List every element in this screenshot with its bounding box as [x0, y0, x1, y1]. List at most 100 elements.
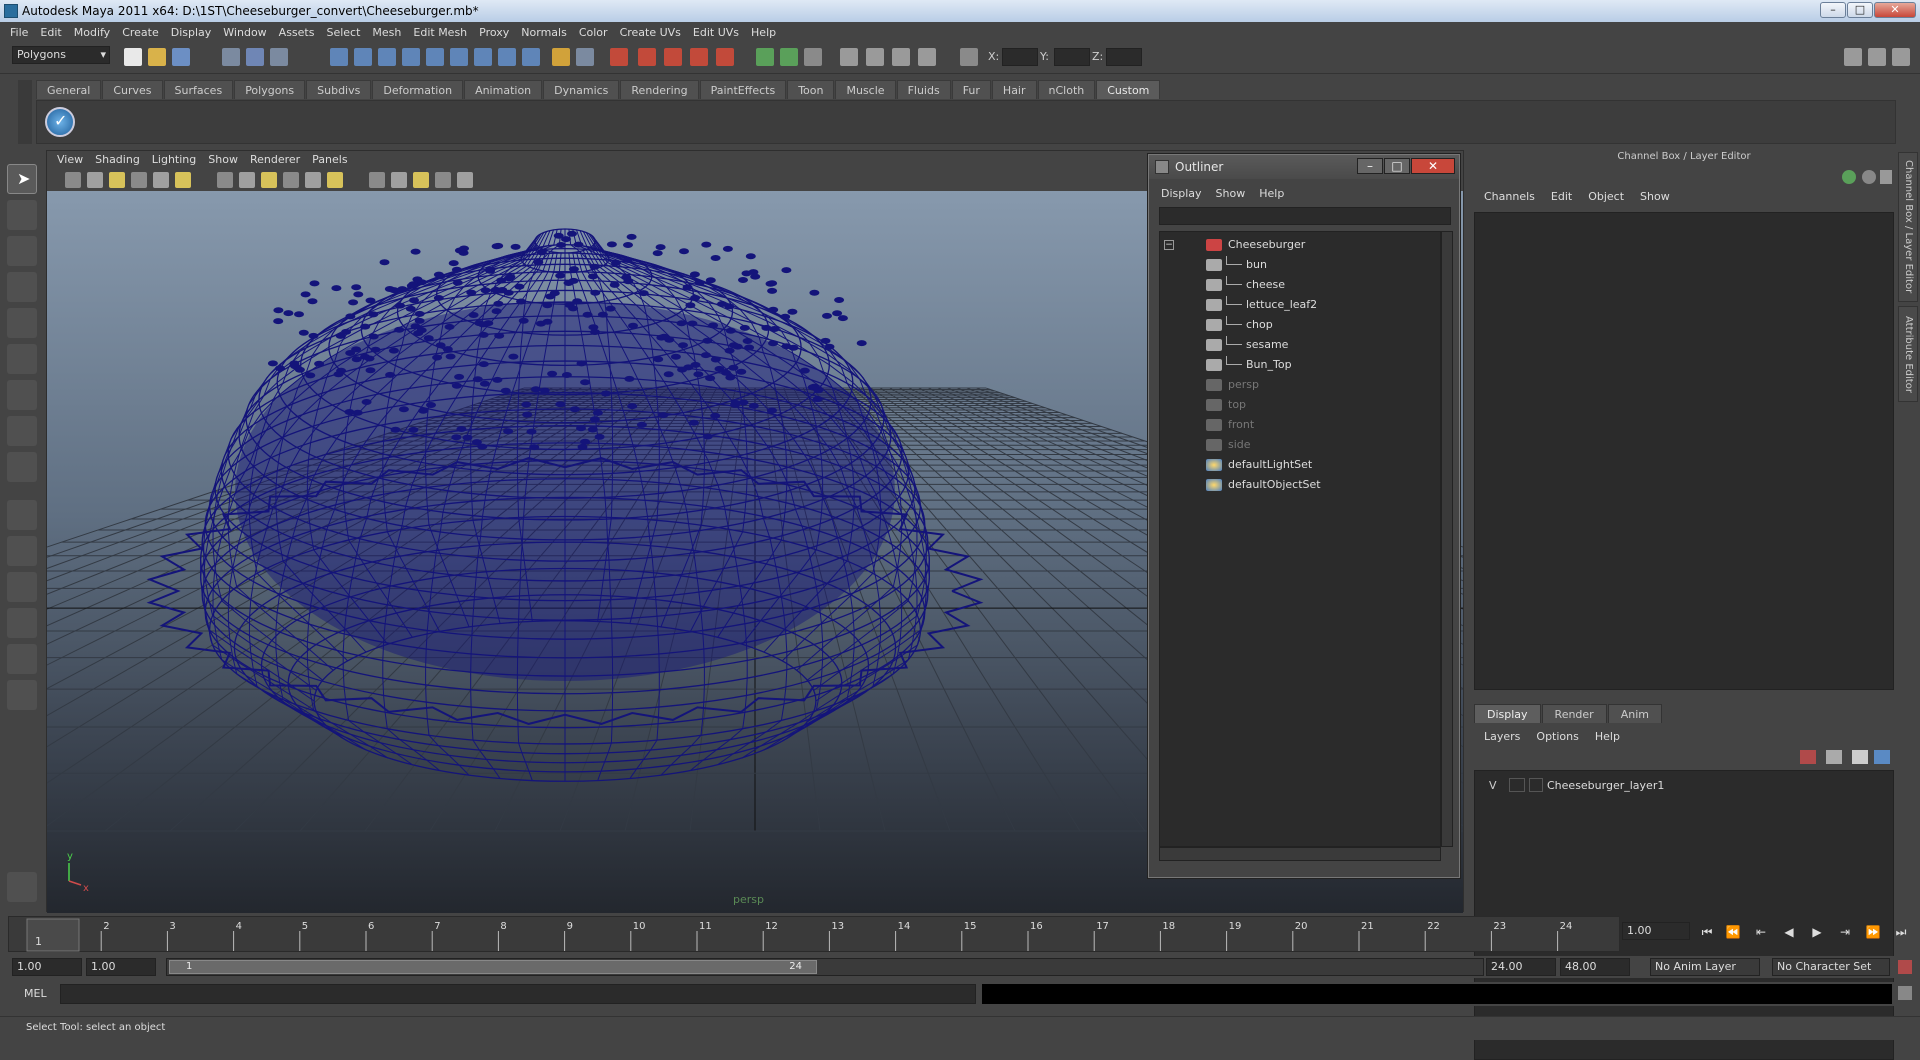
- move-tool-icon[interactable]: [7, 272, 37, 302]
- y-field[interactable]: [1054, 48, 1090, 66]
- step-back-frame-icon[interactable]: ⏪: [1722, 922, 1744, 942]
- select-tool-icon[interactable]: ➤: [7, 164, 37, 194]
- menu-mesh[interactable]: Mesh: [368, 26, 409, 39]
- select-rendering-icon[interactable]: [474, 48, 492, 66]
- outliner-item[interactable]: persp: [1160, 376, 1440, 394]
- hypershade-layout-icon[interactable]: [7, 644, 37, 674]
- menu-window[interactable]: Window: [219, 26, 274, 39]
- move-layer-down-icon[interactable]: [1826, 750, 1842, 764]
- vp-menu-lighting[interactable]: Lighting: [148, 151, 204, 169]
- scale-tool-icon[interactable]: [7, 344, 37, 374]
- highlight-selection-icon[interactable]: [576, 48, 594, 66]
- cb-menu-show[interactable]: Show: [1634, 188, 1680, 206]
- input-ops-icon[interactable]: [756, 48, 774, 66]
- persp-graph-hypergraph-layout-icon[interactable]: [7, 680, 37, 710]
- step-forward-frame-icon[interactable]: ⏩: [1862, 922, 1884, 942]
- snap-grid-icon[interactable]: [610, 48, 628, 66]
- outliner-item[interactable]: top: [1160, 396, 1440, 414]
- animation-start-field[interactable]: 1.00: [12, 958, 82, 976]
- menu-select[interactable]: Select: [322, 26, 368, 39]
- four-view-layout-icon[interactable]: [7, 536, 37, 566]
- menu-edit-uvs[interactable]: Edit UVs: [689, 26, 747, 39]
- outliner-item[interactable]: bun: [1160, 256, 1440, 274]
- shelf-tab-animation[interactable]: Animation: [464, 80, 543, 99]
- playback-start-field[interactable]: 1.00: [86, 958, 156, 976]
- close-button[interactable]: ✕: [1874, 2, 1916, 18]
- outliner-item[interactable]: chop: [1160, 316, 1440, 334]
- go-to-start-icon[interactable]: ⏮: [1696, 922, 1718, 942]
- outliner-item[interactable]: − Cheeseburger: [1160, 236, 1440, 254]
- select-joint-icon[interactable]: [354, 48, 372, 66]
- cb-menu-channels[interactable]: Channels: [1478, 188, 1545, 206]
- shelf-tab-muscle[interactable]: Muscle: [835, 80, 896, 99]
- menu-edit-mesh[interactable]: Edit Mesh: [409, 26, 475, 39]
- go-to-end-icon[interactable]: ⏭: [1890, 922, 1912, 942]
- step-back-key-icon[interactable]: ⇤: [1750, 922, 1772, 942]
- bookmark-icon[interactable]: [87, 172, 103, 188]
- show-tool-settings-icon[interactable]: [1868, 48, 1886, 66]
- command-input[interactable]: [60, 984, 976, 1004]
- shelf-tab-custom[interactable]: Custom: [1096, 80, 1161, 99]
- minimize-button[interactable]: –: [1820, 2, 1846, 18]
- outliner-close-button[interactable]: ✕: [1411, 158, 1455, 174]
- tab-display[interactable]: Display: [1474, 704, 1541, 723]
- vp-menu-shading[interactable]: Shading: [91, 151, 148, 169]
- render-current-frame-icon[interactable]: [866, 48, 884, 66]
- snap-curve-icon[interactable]: [638, 48, 656, 66]
- construction-history-icon[interactable]: [804, 48, 822, 66]
- select-handle-icon[interactable]: [330, 48, 348, 66]
- select-object-icon[interactable]: [246, 48, 264, 66]
- menu-color[interactable]: Color: [575, 26, 616, 39]
- animation-end-field[interactable]: 48.00: [1560, 958, 1630, 976]
- time-slider[interactable]: 123456789101112131415161718192021222324 …: [8, 916, 1620, 952]
- outliner-item[interactable]: front: [1160, 416, 1440, 434]
- cb-menu-edit[interactable]: Edit: [1545, 188, 1582, 206]
- shadows-icon[interactable]: [305, 172, 321, 188]
- select-surface-icon[interactable]: [402, 48, 420, 66]
- menu-display[interactable]: Display: [167, 26, 220, 39]
- outliner-minimize-button[interactable]: –: [1357, 158, 1383, 174]
- render-settings-icon[interactable]: [918, 48, 936, 66]
- lasso-tool-icon[interactable]: [7, 200, 37, 230]
- new-scene-icon[interactable]: [124, 48, 142, 66]
- select-misc-icon[interactable]: [498, 48, 516, 66]
- outliner-title-bar[interactable]: Outliner – □ ✕: [1149, 155, 1459, 179]
- outliner-item[interactable]: side: [1160, 436, 1440, 454]
- layer-playback-toggle[interactable]: [1509, 778, 1525, 792]
- render-view-icon[interactable]: [840, 48, 858, 66]
- character-set-dropdown[interactable]: No Character Set: [1772, 958, 1890, 976]
- collapse-icon[interactable]: −: [1164, 240, 1174, 250]
- make-live-icon[interactable]: [716, 48, 734, 66]
- pin-icon[interactable]: [1880, 170, 1892, 184]
- layer-color-swatch[interactable]: [1529, 778, 1543, 792]
- create-layer-from-selected-icon[interactable]: [1874, 750, 1890, 764]
- layer-menu-help[interactable]: Help: [1589, 728, 1630, 746]
- tab-anim[interactable]: Anim: [1607, 704, 1662, 723]
- single-perspective-layout-icon[interactable]: [7, 500, 37, 530]
- maximize-button[interactable]: □: [1847, 2, 1873, 18]
- shelf-tab-curves[interactable]: Curves: [102, 80, 163, 99]
- menu-proxy[interactable]: Proxy: [475, 26, 517, 39]
- shelf-tab-general[interactable]: General: [36, 80, 102, 99]
- vp-menu-show[interactable]: Show: [204, 151, 246, 169]
- show-attribute-editor-icon[interactable]: [1844, 48, 1862, 66]
- shelf-tab-subdivs[interactable]: Subdivs: [306, 80, 372, 99]
- camera-attributes-icon[interactable]: [65, 172, 81, 188]
- command-language-toggle[interactable]: MEL: [24, 987, 47, 1000]
- script-editor-icon[interactable]: [1898, 986, 1912, 1000]
- select-component-icon[interactable]: [270, 48, 288, 66]
- menu-create[interactable]: Create: [118, 26, 167, 39]
- outliner-item[interactable]: lettuce_leaf2: [1160, 296, 1440, 314]
- outliner-vertical-scrollbar[interactable]: [1441, 231, 1453, 847]
- outliner-horizontal-scrollbar[interactable]: [1159, 847, 1441, 861]
- anim-layer-dropdown[interactable]: No Anim Layer: [1650, 958, 1760, 976]
- isolate-select-icon[interactable]: [327, 172, 343, 188]
- menu-help[interactable]: Help: [747, 26, 784, 39]
- select-dynamic-icon[interactable]: [450, 48, 468, 66]
- question-icon[interactable]: [522, 48, 540, 66]
- vp-menu-view[interactable]: View: [53, 151, 91, 169]
- snap-point-icon[interactable]: [664, 48, 682, 66]
- show-manipulator-icon[interactable]: [7, 452, 37, 482]
- select-curve-icon[interactable]: [378, 48, 396, 66]
- side-tab-channel-box[interactable]: Channel Box / Layer Editor: [1898, 152, 1918, 302]
